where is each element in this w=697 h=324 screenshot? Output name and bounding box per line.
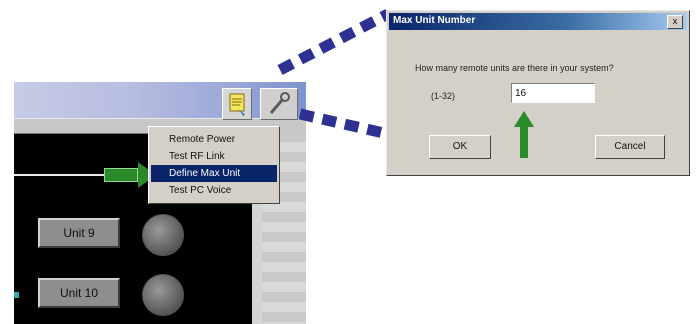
cancel-button[interactable]: Cancel <box>595 135 665 159</box>
max-unit-dialog: Max Unit Number x How many remote units … <box>386 10 690 176</box>
dialog-close-button[interactable]: x <box>667 15 683 29</box>
green-up-arrow-shaft <box>520 124 528 158</box>
max-unit-input[interactable] <box>511 83 595 103</box>
range-label: (1-32) <box>431 91 456 101</box>
connector-line-top <box>277 9 391 75</box>
dialog-question: How many remote units are there in your … <box>415 63 614 73</box>
dialog-title-bar: Max Unit Number x <box>389 13 687 30</box>
ok-button[interactable]: OK <box>429 135 491 159</box>
connector-line-bottom <box>298 108 390 140</box>
dialog-title: Max Unit Number <box>393 15 476 26</box>
